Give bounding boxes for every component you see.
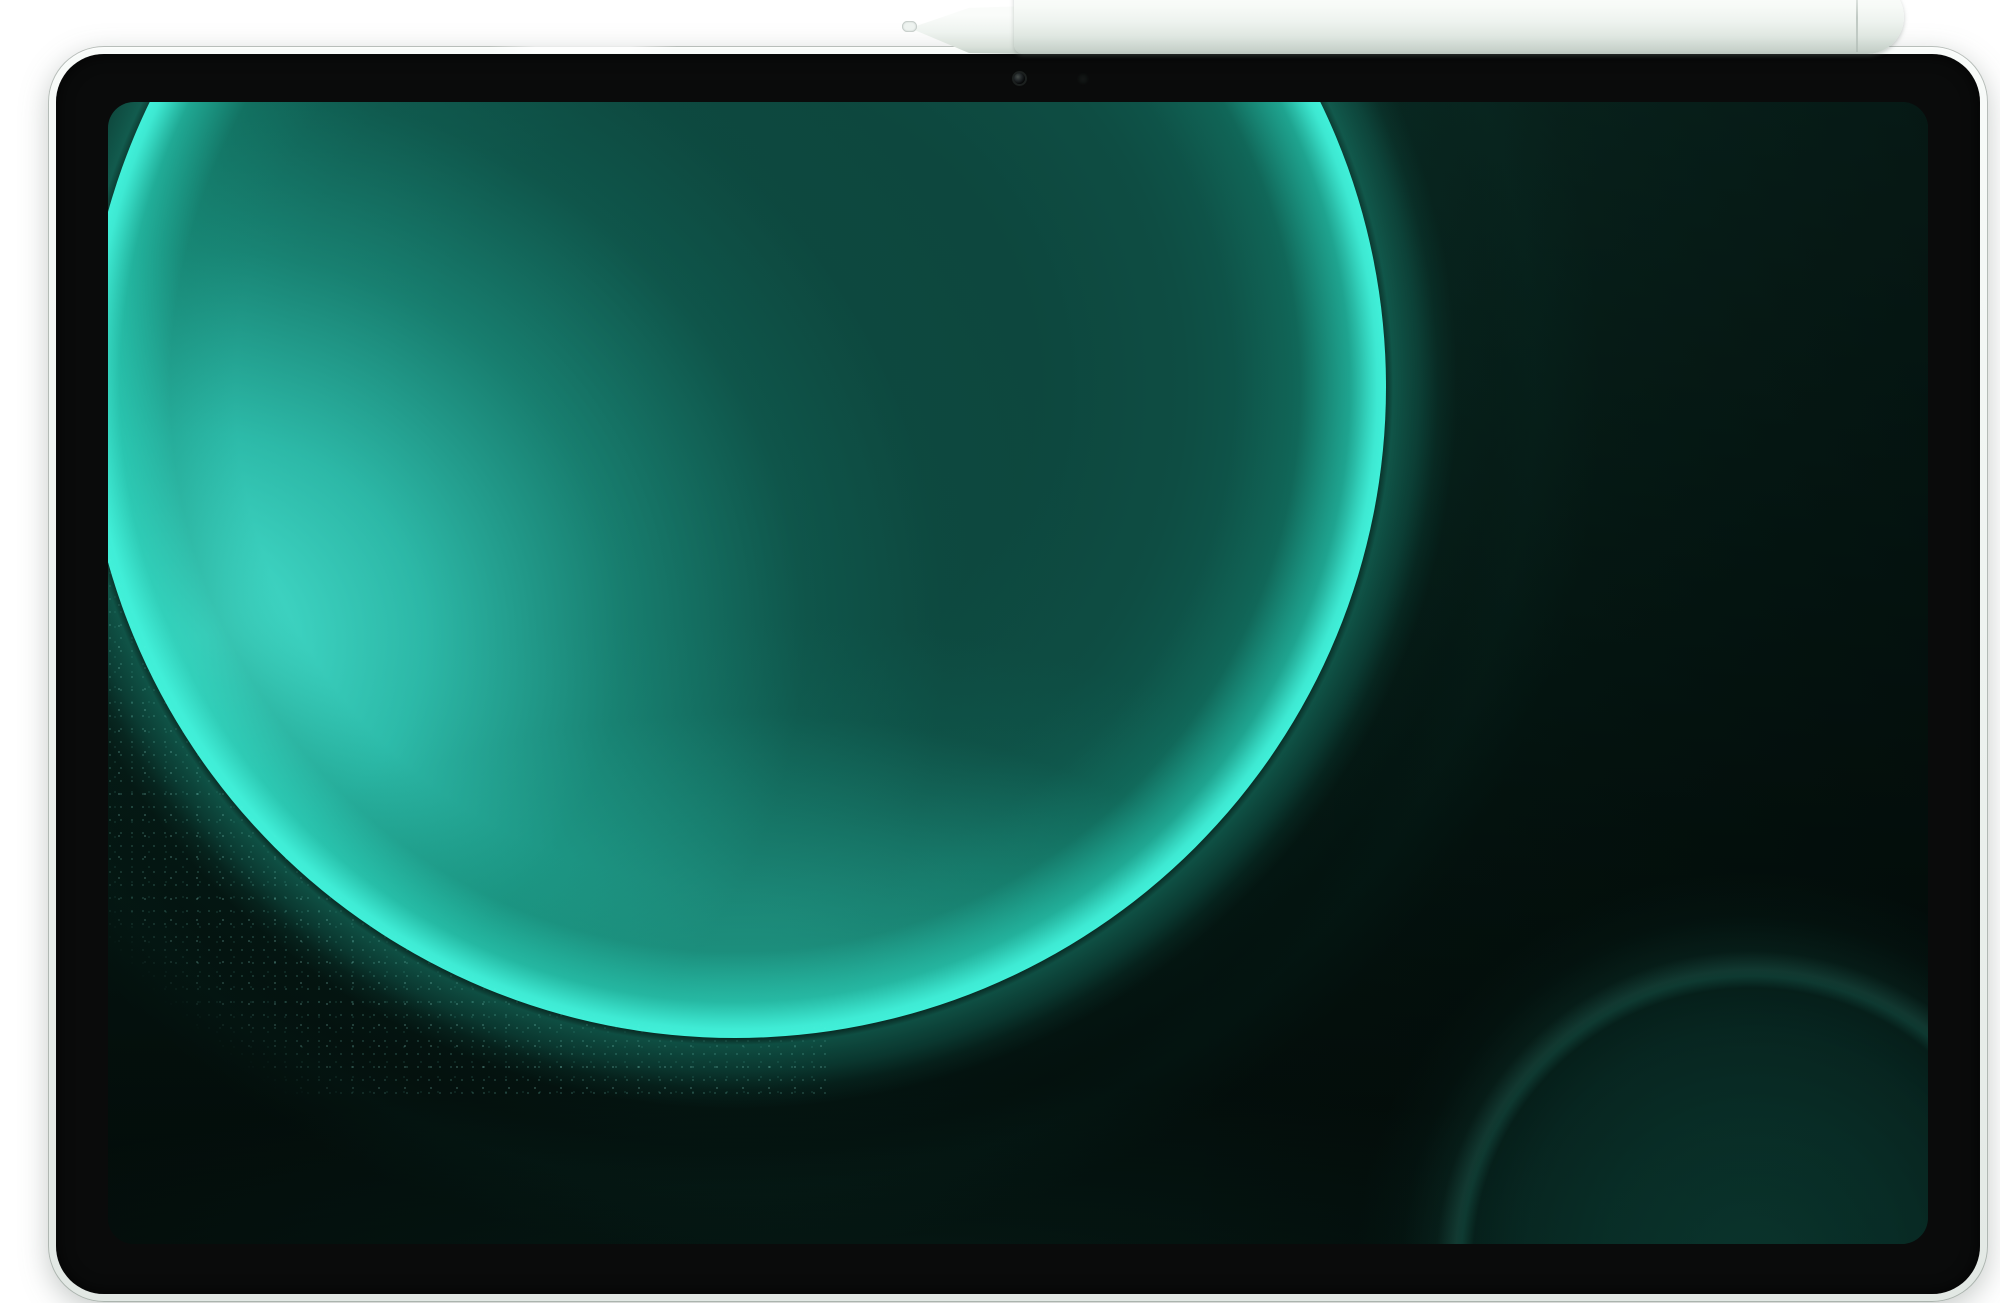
tablet-device: [48, 46, 1988, 1302]
front-camera: [1014, 73, 1025, 84]
ambient-light-sensor: [1078, 74, 1088, 84]
s-pen: [898, 0, 1908, 56]
s-pen-cap-seam: [1856, 0, 1858, 52]
s-pen-body: [1014, 0, 1904, 54]
tablet-screen: [108, 102, 1928, 1244]
frame-antenna-seam: [488, 46, 678, 53]
s-pen-nib: [902, 21, 917, 32]
s-pen-tip: [910, 6, 1028, 54]
page-background: [0, 0, 2000, 1303]
wallpaper-speckles: [108, 532, 828, 1102]
